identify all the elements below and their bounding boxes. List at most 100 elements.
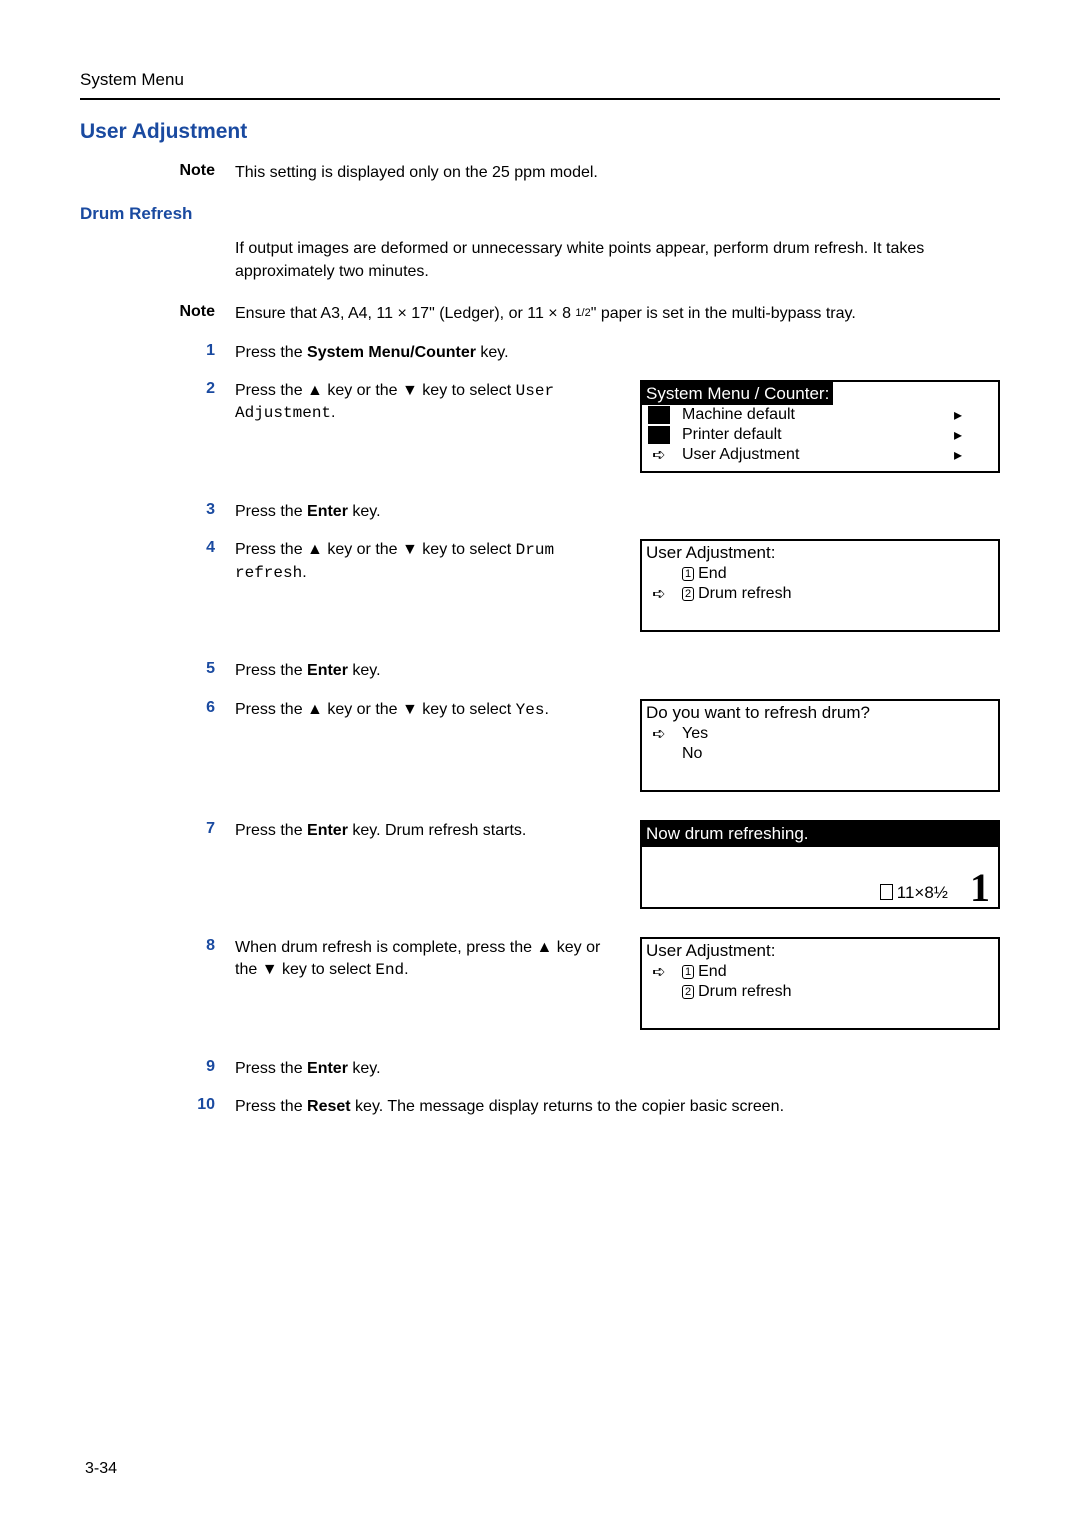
lcd-item: 2 Drum refresh xyxy=(670,983,791,1001)
step-text: When drum refresh is complete, press the… xyxy=(235,937,630,982)
txt: key. xyxy=(348,503,381,520)
lcd-screen-8: User Adjustment: ➪1End 2Drum refresh xyxy=(640,937,1000,1030)
step-number: 7 xyxy=(80,820,235,842)
scroll-icon xyxy=(648,406,670,424)
step-text: Press the Enter key. xyxy=(235,660,1000,682)
step-4: 4 Press the ▲ key or the ▼ key to select… xyxy=(80,539,1000,632)
txt: key. Drum refresh starts. xyxy=(348,822,526,839)
lcd-item: 2Drum refresh xyxy=(670,585,791,603)
step-10: 10 Press the Reset key. The message disp… xyxy=(80,1096,1000,1118)
step-number: 3 xyxy=(80,501,235,519)
header-rule xyxy=(80,98,1000,100)
step-number: 9 xyxy=(80,1058,235,1076)
lcd-item-text: Drum refresh xyxy=(698,983,791,1000)
lcd-screen-2: System Menu / Counter: Machine default▸ … xyxy=(640,380,1000,473)
txt: key. xyxy=(476,344,509,361)
txt-bold: Enter xyxy=(307,1060,348,1077)
txt: . xyxy=(544,701,548,718)
lcd-title: Do you want to refresh drum? xyxy=(642,701,998,724)
lcd-item: Yes xyxy=(670,725,708,743)
lcd-title: Now drum refreshing. xyxy=(642,822,998,847)
step-text: Press the Enter key. xyxy=(235,501,1000,523)
paper-size-text: 11×8½ xyxy=(897,883,948,902)
num-icon: 2 xyxy=(682,587,694,601)
step-text: Press the ▲ key or the ▼ key to select U… xyxy=(235,380,630,425)
note2-a: Ensure that A3, A4, 11 × 17" (Ledger), o… xyxy=(235,305,575,322)
manual-page: System Menu User Adjustment Note This se… xyxy=(0,0,1080,1528)
cursor-icon: ➪ xyxy=(648,962,670,982)
txt: Press the xyxy=(235,1060,307,1077)
step-number: 6 xyxy=(80,699,235,721)
section-heading: User Adjustment xyxy=(80,120,1000,144)
txt: key. The message display returns to the … xyxy=(351,1098,784,1115)
txt-bold: Enter xyxy=(307,662,348,679)
step-text: Press the Enter key. Drum refresh starts… xyxy=(235,820,630,842)
cursor-icon: ➪ xyxy=(648,584,670,604)
step-text: Press the System Menu/Counter key. xyxy=(235,342,1000,364)
txt-bold: System Menu/Counter xyxy=(307,344,476,361)
blank xyxy=(648,565,670,583)
txt-bold: Reset xyxy=(307,1098,351,1115)
txt: Press the xyxy=(235,503,307,520)
lcd-item: No xyxy=(670,745,702,763)
num-icon: 1 xyxy=(682,965,694,979)
lcd-screen-7: Now drum refreshing. 11×8½ 1 xyxy=(640,820,1000,909)
cursor-icon: ➪ xyxy=(648,445,670,465)
txt: . xyxy=(331,404,335,421)
page-number: 3-34 xyxy=(85,1460,117,1478)
note-text: This setting is displayed only on the 25… xyxy=(235,162,598,184)
note2-frac: 1/2 xyxy=(575,307,590,319)
step-5: 5 Press the Enter key. xyxy=(80,660,1000,682)
note-row-2: Note Ensure that A3, A4, 11 × 17" (Ledge… xyxy=(80,303,1000,325)
submenu-icon: ▸ xyxy=(954,405,992,425)
sub-heading: Drum Refresh xyxy=(80,204,1000,224)
note-label: Note xyxy=(80,303,235,325)
lcd-item: 1End xyxy=(670,565,727,583)
step-7: 7 Press the Enter key. Drum refresh star… xyxy=(80,820,1000,909)
step-text: Press the Reset key. The message display… xyxy=(235,1096,1000,1118)
txt-mono: End xyxy=(375,961,404,979)
step-number: 10 xyxy=(80,1096,235,1114)
blank xyxy=(648,745,670,763)
txt: Press the ▲ key or the ▼ key to select xyxy=(235,701,516,718)
intro-paragraph: If output images are deformed or unneces… xyxy=(235,238,1000,283)
step-number: 1 xyxy=(80,342,235,360)
scroll-icon xyxy=(648,426,670,444)
num-icon: 2 xyxy=(682,985,694,999)
step-number: 2 xyxy=(80,380,235,425)
txt: . xyxy=(404,961,408,978)
step-text: Press the ▲ key or the ▼ key to select Y… xyxy=(235,699,630,721)
note-row-1: Note This setting is displayed only on t… xyxy=(80,162,1000,184)
paper-size: 11×8½ xyxy=(880,883,948,903)
step-text: Press the Enter key. xyxy=(235,1058,1000,1080)
step-number: 4 xyxy=(80,539,235,584)
note-label: Note xyxy=(80,162,235,184)
step-number: 5 xyxy=(80,660,235,678)
step-8: 8 When drum refresh is complete, press t… xyxy=(80,937,1000,1030)
txt: When drum refresh is complete, press the… xyxy=(235,939,600,978)
txt: Press the xyxy=(235,662,307,679)
lcd-screen-6: Do you want to refresh drum? ➪Yes No xyxy=(640,699,1000,792)
note2-b: " paper is set in the multi-bypass tray. xyxy=(591,305,856,322)
step-2: 2 Press the ▲ key or the ▼ key to select… xyxy=(80,380,1000,473)
lcd-item-text: End xyxy=(698,565,726,582)
submenu-icon: ▸ xyxy=(954,445,992,465)
step-9: 9 Press the Enter key. xyxy=(80,1058,1000,1080)
step-text: Press the ▲ key or the ▼ key to select D… xyxy=(235,539,630,584)
lcd-screen-4: User Adjustment: 1End ➪2Drum refresh xyxy=(640,539,1000,632)
step-1: 1 Press the System Menu/Counter key. xyxy=(80,342,1000,364)
txt: Press the ▲ key or the ▼ key to select xyxy=(235,382,516,399)
step-3: 3 Press the Enter key. xyxy=(80,501,1000,523)
txt: Press the xyxy=(235,344,307,361)
lcd-item: 1 End xyxy=(670,963,727,981)
note-text: Ensure that A3, A4, 11 × 17" (Ledger), o… xyxy=(235,303,856,325)
lcd-item-text: End xyxy=(698,963,726,980)
step-number: 8 xyxy=(80,937,235,982)
step-6: 6 Press the ▲ key or the ▼ key to select… xyxy=(80,699,1000,792)
txt: Press the xyxy=(235,822,307,839)
lcd-progress-area: 11×8½ 1 xyxy=(642,847,998,907)
steps-list: 1 Press the System Menu/Counter key. 2 P… xyxy=(80,342,1000,1119)
txt: Press the ▲ key or the ▼ key to select xyxy=(235,541,516,558)
txt: . xyxy=(302,564,306,581)
copy-count: 1 xyxy=(970,864,990,911)
